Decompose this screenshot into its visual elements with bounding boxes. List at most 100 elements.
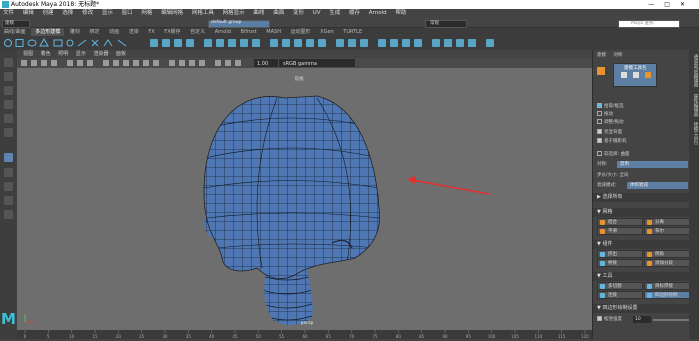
option-backface[interactable]: 亮显背面 <box>597 129 622 136</box>
viewport-persp[interactable]: 前视 persp <box>17 68 592 330</box>
add-divisions-button[interactable]: 添加分段 <box>644 259 690 267</box>
tab-animation[interactable]: 动画 <box>105 28 123 36</box>
boolean-icon[interactable] <box>186 39 194 47</box>
scale-tool-icon[interactable] <box>4 128 13 137</box>
shelf-icons[interactable] <box>0 36 592 50</box>
combine-button[interactable]: 结合 <box>597 218 643 226</box>
menu-display[interactable]: 显示 <box>102 9 113 18</box>
viewport-menu-lighting[interactable]: 照明 <box>58 50 68 58</box>
append-icon[interactable] <box>252 39 260 47</box>
extrude-icon[interactable] <box>204 39 212 47</box>
face-mode-icon[interactable] <box>645 72 651 78</box>
four-view-icon[interactable] <box>4 182 13 191</box>
tab-bifrost[interactable]: Bifrost <box>237 28 261 36</box>
select-all-header[interactable]: ▶ 选择所有 <box>593 193 699 202</box>
option-drag[interactable]: 拖动 <box>597 111 613 118</box>
side-tab-attribute-editor[interactable]: 属性编辑器 <box>690 94 698 117</box>
menu-uv[interactable]: UV <box>313 9 321 18</box>
close-button[interactable]: ✕ <box>680 1 695 8</box>
viewport-menu-show[interactable]: 显示 <box>76 50 86 58</box>
viewport-canvas[interactable]: 前视 persp <box>17 68 592 330</box>
multi-cut-button[interactable]: 多切割 <box>597 282 643 290</box>
symmetry-dropdown[interactable]: 禁用 <box>617 161 688 168</box>
extrude-button[interactable]: 挤出 <box>597 250 643 258</box>
tab-modeling[interactable]: 建模 <box>597 53 606 58</box>
smooth-button[interactable]: 平滑 <box>597 227 643 235</box>
object-mode-icon[interactable] <box>597 67 605 75</box>
time-slider[interactable]: 0 5 10 15 20 25 30 35 40 45 50 55 60 65 70 75 80 85 90 95 10… <box>17 330 592 339</box>
move-tool-icon[interactable] <box>4 100 13 109</box>
combine-icon[interactable] <box>150 39 158 47</box>
tab-mash[interactable]: MASH <box>262 28 285 36</box>
tab-fx[interactable]: FX <box>144 28 158 36</box>
poly-cone-icon[interactable] <box>39 37 49 47</box>
window-controls[interactable]: —□✕ <box>648 0 695 9</box>
multicut-icon[interactable] <box>270 39 278 47</box>
timeline-ticks[interactable]: 0 5 10 15 20 25 30 35 40 45 50 55 60 65 70 75 80 85 90 95 10… <box>17 330 592 339</box>
minimize-button[interactable]: — <box>648 1 664 8</box>
separate-button[interactable]: 分离 <box>644 218 690 226</box>
menu-modify[interactable]: 修改 <box>82 9 93 18</box>
tools-section-header[interactable]: ▼ 工具 <box>593 272 699 281</box>
soft-select-row[interactable]: 软选择: 曲面 <box>597 151 629 158</box>
tab-custom[interactable]: 自定义 <box>186 28 209 36</box>
side-by-side-icon[interactable] <box>4 196 13 205</box>
poly-cube-icon[interactable] <box>15 39 24 47</box>
history-icon[interactable] <box>378 39 386 47</box>
bevel-icon[interactable] <box>216 39 224 47</box>
option-camera-based[interactable]: 基于摄影机 <box>597 138 627 145</box>
option-pick-marquee[interactable]: 拾取/框选 <box>597 103 624 110</box>
menu-help[interactable]: 帮助 <box>395 9 406 18</box>
menu-edit-mesh[interactable]: 编辑网格 <box>161 9 183 18</box>
rotate-tool-icon[interactable] <box>4 114 13 123</box>
edge-mode-icon[interactable] <box>633 72 639 78</box>
lasso-tool-icon[interactable] <box>4 72 13 81</box>
connect-icon[interactable] <box>294 39 302 47</box>
fill-hole-icon[interactable] <box>240 39 248 47</box>
side-tab-modeling-toolkit[interactable]: 建模工具包 <box>690 122 698 145</box>
viewport-menu-renderer[interactable]: 渲染器 <box>93 50 108 58</box>
quad-draw-icon[interactable] <box>306 39 314 47</box>
menu-arnold[interactable]: Arnold <box>369 9 387 18</box>
paint-icon[interactable] <box>486 39 494 47</box>
text-icon[interactable] <box>103 39 113 47</box>
option-tweak-marquee[interactable]: 调整/拖动 <box>597 119 624 126</box>
tab-symmetry[interactable]: 对称 <box>613 53 622 58</box>
edge-loop-icon[interactable] <box>318 39 326 47</box>
maximize-button[interactable]: □ <box>664 1 680 8</box>
falloff-dropdown[interactable]: 体积衰减 <box>627 182 688 189</box>
menu-windows[interactable]: 窗口 <box>122 9 133 18</box>
smooth-icon[interactable] <box>174 39 182 47</box>
normals-icon[interactable] <box>432 39 440 47</box>
search-input[interactable]: Maya 查找 <box>618 20 680 28</box>
menu-surfaces[interactable]: 曲面 <box>273 9 284 18</box>
menu-edit[interactable]: 编辑 <box>23 9 34 18</box>
target-weld-button[interactable]: 目标焊接 <box>644 282 690 290</box>
harden-edge-icon[interactable] <box>468 39 476 47</box>
vertex-mode-icon[interactable] <box>621 72 627 78</box>
separate-icon[interactable] <box>162 39 170 47</box>
target-weld-icon[interactable] <box>282 39 290 47</box>
bridge-icon[interactable] <box>228 39 236 47</box>
tab-xgen[interactable]: XGen <box>316 28 338 36</box>
boolean-button[interactable]: 布尔 <box>644 227 690 235</box>
menu-select[interactable]: 选择 <box>62 9 73 18</box>
menu-create[interactable]: 创建 <box>43 9 54 18</box>
tab-rendering[interactable]: 渲染 <box>125 28 143 36</box>
tab-arnold[interactable]: Arnold <box>211 28 235 36</box>
components-section-header[interactable]: ▼ 组件 <box>593 240 699 249</box>
mirror-icon[interactable] <box>414 39 422 47</box>
viewport-menu-shading[interactable]: 着色 <box>41 50 51 58</box>
workspace-dropdown[interactable]: 常规 <box>425 20 467 28</box>
reverse-icon[interactable] <box>444 39 452 47</box>
poly-cylinder-icon[interactable] <box>27 39 37 47</box>
tab-sculpting[interactable]: 雕刻 <box>66 28 84 36</box>
svg-icon[interactable] <box>117 39 127 47</box>
mesh-section-header[interactable]: ▼ 网格 <box>593 208 699 217</box>
tab-turtle[interactable]: TURTLE <box>339 28 366 36</box>
poly-plane-icon[interactable] <box>53 39 63 47</box>
object-name-field[interactable]: default group <box>208 20 270 28</box>
select-tool-icon[interactable] <box>4 58 13 67</box>
paint-select-icon[interactable] <box>4 86 13 95</box>
bevel-button[interactable]: 倒角 <box>644 250 690 258</box>
